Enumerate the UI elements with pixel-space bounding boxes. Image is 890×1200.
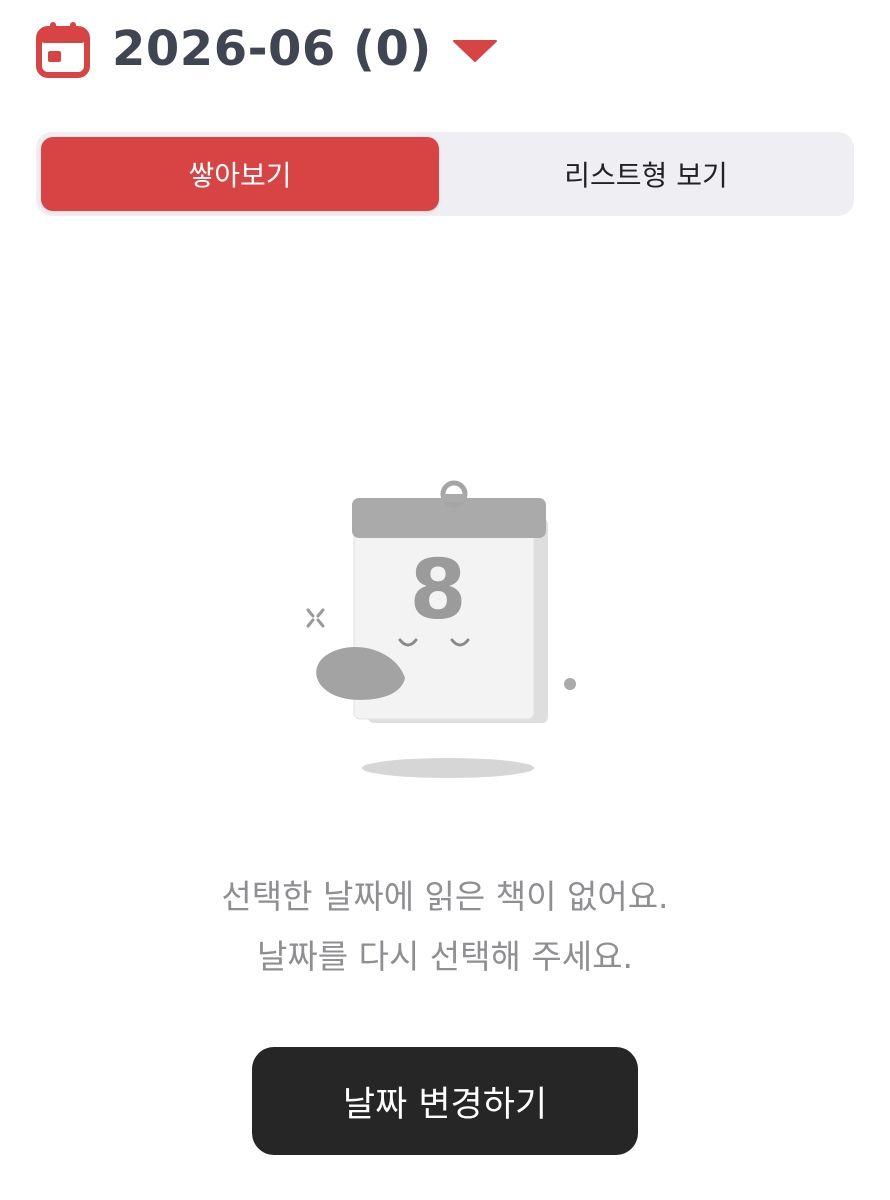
change-date-button[interactable]: 날짜 변경하기 xyxy=(252,1047,638,1155)
calendar-icon[interactable] xyxy=(36,20,90,78)
month-selector[interactable]: 2026-06 (0) xyxy=(112,21,432,77)
header: 2026-06 (0) xyxy=(36,14,498,84)
view-toggle: 쌓아보기 리스트형 보기 xyxy=(36,132,854,216)
tab-list-view[interactable]: 리스트형 보기 xyxy=(443,137,849,211)
calendar-digit: 8 xyxy=(409,543,466,638)
caret-down-icon[interactable] xyxy=(452,39,498,63)
empty-message-line-2: 날짜를 다시 선택해 주세요. xyxy=(257,937,633,976)
tab-stack-view[interactable]: 쌓아보기 xyxy=(41,137,439,211)
empty-message-line-1: 선택한 날짜에 읽은 책이 없어요. xyxy=(221,877,669,916)
sleeping-calendar-illustration: 8 xyxy=(306,480,576,778)
